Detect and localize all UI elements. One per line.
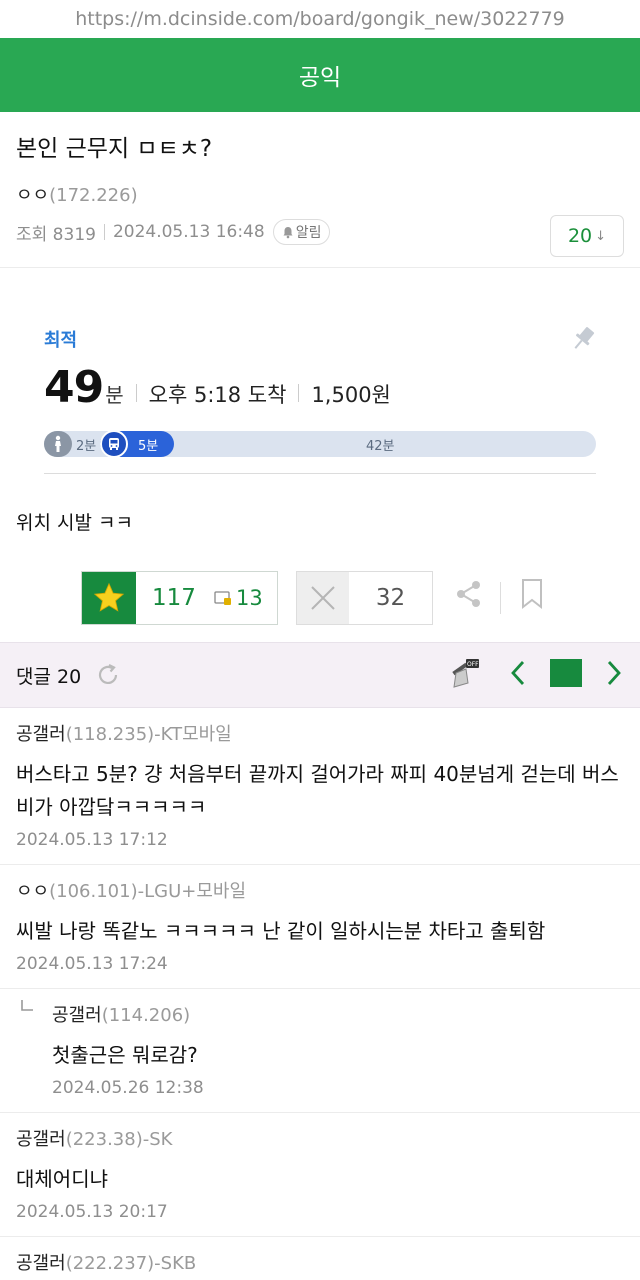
route-divider bbox=[298, 384, 300, 402]
route-arrival: 오후 5:18 도착 bbox=[148, 383, 287, 407]
author-ip: (172.226) bbox=[49, 185, 138, 206]
alarm-button[interactable]: 알림 bbox=[272, 219, 331, 245]
broom-off-icon[interactable]: OFF bbox=[450, 657, 480, 689]
nonrecommend-box: 32 bbox=[296, 571, 433, 625]
route-divider bbox=[135, 384, 137, 402]
bell-icon bbox=[283, 226, 293, 238]
author-name: ㅇㅇ bbox=[16, 185, 50, 206]
comment-author[interactable]: ㅇㅇ(106.101)-LGU+모바일 bbox=[16, 877, 624, 903]
comment-author-name: 공갤러 bbox=[16, 724, 66, 745]
comment-count: 20 bbox=[567, 225, 593, 247]
gallery-title[interactable]: 공익 bbox=[299, 58, 341, 92]
comment-date: 2024.05.13 20:17 bbox=[16, 1202, 168, 1222]
comment-item: 공갤러(223.38)-SK 대체어디냐 2024.05.13 20:17 bbox=[0, 1113, 640, 1237]
comment-author[interactable]: 공갤러(118.235)-KT모바일 bbox=[16, 720, 624, 746]
fix-icon bbox=[214, 591, 231, 605]
chevron-left-icon[interactable] bbox=[510, 660, 526, 686]
bookmark-icon[interactable] bbox=[520, 578, 544, 610]
walk-icon bbox=[44, 431, 72, 457]
post-date: 2024.05.13 16:48 bbox=[112, 222, 265, 242]
comment-date: 2024.05.13 17:24 bbox=[16, 954, 168, 974]
comment-date: 2024.05.26 12:38 bbox=[52, 1078, 204, 1098]
post-title: 본인 근무지 ㅁㅌㅊ? bbox=[16, 136, 213, 162]
post-header: 본인 근무지 ㅁㅌㅊ? ㅇㅇ(172.226) 조회 8319 2024.05.… bbox=[0, 112, 640, 268]
comment-author[interactable]: 공갤러(222.237)-SKB bbox=[16, 1249, 624, 1275]
meta-divider bbox=[103, 224, 105, 240]
comment-author-name: 공갤러 bbox=[16, 1253, 66, 1274]
post-body: 위치 시발 ㅋㅋ bbox=[16, 512, 133, 534]
gallery-header: 공익 bbox=[0, 38, 640, 112]
url-text: https://m.dcinside.com/board/gongik_new/… bbox=[75, 8, 565, 30]
comment-text: 첫출근은 뭐로감? bbox=[52, 1043, 198, 1067]
comment-author-ip: (223.38)-SK bbox=[65, 1129, 173, 1150]
route-card: 최적 49 분 오후 5:18 도착 1,500원 2분 5분 42분 bbox=[44, 308, 596, 474]
comment-bar-label: 댓글 20 bbox=[16, 665, 82, 688]
recommend-button[interactable] bbox=[82, 572, 136, 624]
comment-item: 공갤러(118.235)-KT모바일 버스타고 5분? 걍 처음부터 끝까지 걸… bbox=[0, 708, 640, 865]
alarm-label: 알림 bbox=[295, 225, 322, 241]
reply-arrow-icon bbox=[21, 1000, 33, 1011]
comment-author-ip: (106.101)-LGU+모바일 bbox=[49, 881, 247, 902]
arrow-down-icon: ↓ bbox=[595, 228, 607, 244]
comment-author-name: 공갤러 bbox=[16, 1129, 66, 1150]
bus-icon bbox=[100, 430, 128, 458]
nonrecommend-button[interactable] bbox=[297, 572, 349, 624]
bus-time: 5분 bbox=[138, 439, 159, 454]
x-icon bbox=[311, 586, 335, 610]
route-best-label: 최적 bbox=[44, 330, 78, 351]
post-actions: 117 13 32 bbox=[0, 564, 640, 632]
share-icon[interactable] bbox=[454, 579, 484, 609]
comment-item: 공갤러(222.237)-SKB bbox=[0, 1237, 640, 1275]
recommend-box: 117 13 bbox=[81, 571, 278, 625]
route-bar: 2분 5분 42분 bbox=[44, 430, 596, 458]
pin-icon[interactable] bbox=[570, 324, 596, 354]
action-divider bbox=[500, 582, 501, 614]
recommend-count: 117 bbox=[152, 585, 196, 611]
comment-item: ㅇㅇ(106.101)-LGU+모바일 씨발 나랑 똑같노 ㅋㅋㅋㅋㅋ 난 같이… bbox=[0, 865, 640, 989]
comment-bar-controls: OFF bbox=[450, 657, 622, 689]
comment-bar: 댓글 20 OFF bbox=[0, 642, 640, 708]
route-summary: 49 분 오후 5:18 도착 1,500원 bbox=[44, 362, 596, 413]
comment-count-button[interactable]: 20 ↓ bbox=[550, 215, 624, 257]
comment-text: 씨발 나랑 똑같노 ㅋㅋㅋㅋㅋ 난 같이 일하시는분 차타고 출퇴함 bbox=[16, 919, 546, 943]
route-minutes-unit: 분 bbox=[105, 383, 124, 407]
comment-author[interactable]: 공갤러(114.206) bbox=[52, 1001, 624, 1027]
comment-text: 대체어디냐 bbox=[16, 1167, 108, 1191]
comment-author-ip: (114.206) bbox=[101, 1005, 191, 1026]
post-author[interactable]: ㅇㅇ(172.226) bbox=[16, 181, 624, 207]
reply-item: 공갤러(114.206) 첫출근은 뭐로감? 2024.05.26 12:38 bbox=[0, 989, 640, 1113]
comment-date: 2024.05.13 17:12 bbox=[16, 830, 168, 850]
fix-recommend[interactable]: 13 bbox=[214, 586, 263, 610]
comment-author-name: ㅇㅇ bbox=[16, 881, 50, 902]
svg-text:OFF: OFF bbox=[467, 661, 479, 668]
nonrecommend-count: 32 bbox=[375, 585, 406, 611]
post-meta: 조회 8319 2024.05.13 16:48 알림 bbox=[16, 219, 624, 245]
remaining-time: 42분 bbox=[366, 439, 395, 454]
page-indicator[interactable] bbox=[550, 659, 582, 687]
comment-text: 버스타고 5분? 걍 처음부터 끝까지 걸어가라 짜피 40분넘게 걷는데 버스… bbox=[16, 762, 619, 819]
url-bar[interactable]: https://m.dcinside.com/board/gongik_new/… bbox=[0, 0, 640, 38]
route-fare: 1,500원 bbox=[311, 383, 391, 407]
comment-author[interactable]: 공갤러(223.38)-SK bbox=[16, 1125, 624, 1151]
view-count: 조회 8319 bbox=[16, 224, 96, 245]
chevron-right-icon[interactable] bbox=[606, 660, 622, 686]
route-minutes: 49 bbox=[44, 362, 104, 413]
refresh-icon[interactable] bbox=[95, 662, 121, 688]
fix-recommend-count: 13 bbox=[236, 586, 263, 610]
comment-author-ip: (222.237)-SKB bbox=[65, 1253, 197, 1274]
comment-author-ip: (118.235)-KT모바일 bbox=[65, 724, 232, 745]
walk-time: 2분 bbox=[76, 439, 97, 454]
comment-author-name: 공갤러 bbox=[52, 1005, 102, 1026]
star-icon bbox=[93, 582, 125, 612]
